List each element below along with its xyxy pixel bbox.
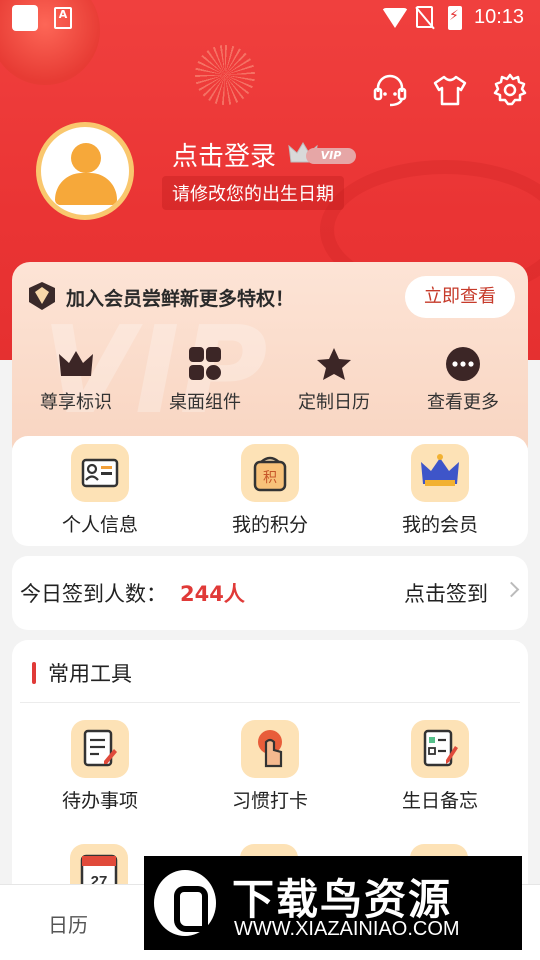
perk-label: 桌面组件 xyxy=(169,392,241,413)
todo-icon xyxy=(71,720,129,778)
star-icon xyxy=(317,348,351,380)
tool-label: 待办事项 xyxy=(61,790,138,812)
avatar-body-shape xyxy=(55,173,117,205)
firework-decoration xyxy=(195,45,255,105)
shortcut-personal-info[interactable]: 个人信息 xyxy=(35,444,165,537)
perk-view-more[interactable]: 查看更多 xyxy=(403,346,523,414)
settings-gear-icon[interactable] xyxy=(492,72,528,108)
status-bar: A 10:13 xyxy=(0,0,540,36)
widgets-icon xyxy=(189,347,221,380)
tool-label: 生日备忘 xyxy=(401,790,478,812)
vip-promo-title: 加入会员尝鲜新更多特权！ xyxy=(66,288,295,310)
shortcut-label: 我的会员 xyxy=(401,514,478,536)
crown-icon xyxy=(411,444,469,502)
notification-icon xyxy=(12,5,38,31)
shortcuts-card: 个人信息 积 我的积分 我的会员 xyxy=(12,436,528,546)
skin-shirt-icon[interactable] xyxy=(432,72,468,108)
perk-custom-calendar[interactable]: 定制日历 xyxy=(274,346,394,414)
checkin-label: 今日签到人数： xyxy=(20,582,167,606)
birthday-prompt[interactable]: 请修改您的出生日期 xyxy=(162,176,344,210)
checkin-card[interactable]: 今日签到人数： 244人 点击签到 xyxy=(12,556,528,630)
shortcut-my-points[interactable]: 积 我的积分 xyxy=(205,444,335,537)
shortcut-label: 我的积分 xyxy=(231,514,308,536)
avatar[interactable] xyxy=(36,122,134,220)
watermark-url: WWW.XIAZAINIAO.COM xyxy=(234,918,460,940)
checkin-count: 244人 xyxy=(180,582,245,606)
tool-todo[interactable]: 待办事项 xyxy=(35,720,165,813)
login-link[interactable]: 点击登录 xyxy=(172,136,276,173)
shortcut-my-membership[interactable]: 我的会员 xyxy=(375,444,505,537)
vip-diamond-icon xyxy=(29,282,55,310)
svg-text:积: 积 xyxy=(263,470,277,486)
divider xyxy=(20,702,520,703)
perk-exclusive-badge[interactable]: 尊享标识 xyxy=(16,346,136,414)
vip-promo-card: VIP 加入会员尝鲜新更多特权！ 立即查看 尊享标识 桌面组件 定制日历 查看更… xyxy=(12,262,528,462)
perk-label: 查看更多 xyxy=(427,392,499,413)
app-notification-icon: A xyxy=(54,7,72,29)
customer-service-icon[interactable] xyxy=(372,72,408,108)
vip-tag: VIP xyxy=(306,148,356,164)
status-time: 10:13 xyxy=(474,6,525,28)
view-now-button[interactable]: 立即查看 xyxy=(405,276,515,318)
tool-birthday-memo[interactable]: 生日备忘 xyxy=(375,720,505,813)
perk-label: 尊享标识 xyxy=(40,392,112,413)
tool-label: 习惯打卡 xyxy=(231,790,308,812)
chevron-right-icon xyxy=(503,581,520,598)
wifi-icon xyxy=(382,8,408,28)
points-bag-icon: 积 xyxy=(241,444,299,502)
no-sim-icon xyxy=(416,6,433,28)
battery-charging-icon xyxy=(448,6,462,30)
tools-section-title: 常用工具 xyxy=(48,662,132,686)
habit-icon xyxy=(241,720,299,778)
id-card-icon xyxy=(71,444,129,502)
vip-badge: VIP xyxy=(288,140,356,166)
perk-desktop-widgets[interactable]: 桌面组件 xyxy=(145,346,265,414)
bird-logo-icon xyxy=(154,870,216,936)
crown-icon xyxy=(59,351,93,376)
birthday-memo-icon xyxy=(411,720,469,778)
watermark-overlay: 下载鸟资源 WWW.XIAZAINIAO.COM xyxy=(144,856,522,950)
tab-calendar[interactable]: 日历 xyxy=(48,909,88,938)
tool-habit-checkin[interactable]: 习惯打卡 xyxy=(205,720,335,813)
checkin-button[interactable]: 点击签到 xyxy=(404,578,488,608)
perk-label: 定制日历 xyxy=(298,392,370,413)
shortcut-label: 个人信息 xyxy=(61,514,138,536)
avatar-head-shape xyxy=(71,143,101,173)
section-accent-bar xyxy=(32,662,36,684)
more-icon xyxy=(446,347,480,381)
